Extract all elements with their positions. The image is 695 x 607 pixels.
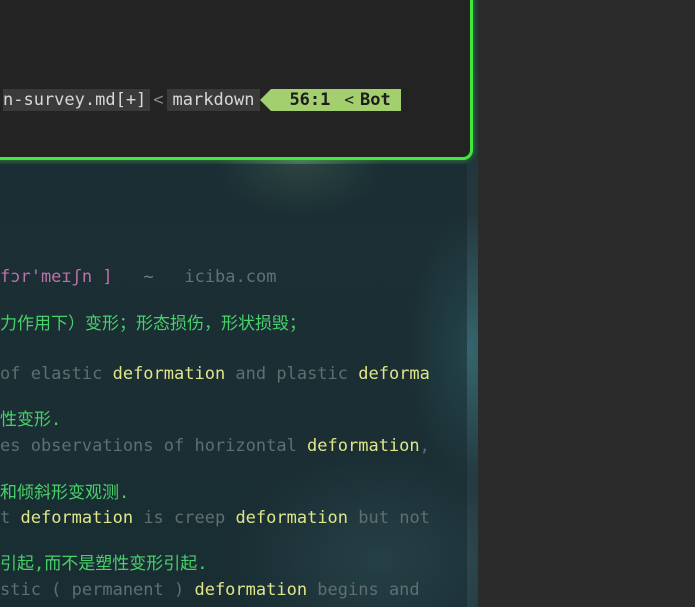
tilde: ~ [143,267,154,287]
statusline-filename: n-survey.md[+] [3,89,151,111]
example-en: es observations of horizontal deformatio… [0,436,430,456]
phonetic: fɔr'meɪʃn ] [0,267,113,287]
example-en: of elastic deformation and plastic defor… [0,364,430,384]
example-cn: 和倾斜形变观测. [0,483,130,503]
statusline-separator: < [153,90,164,110]
example-cn: 引起,而不是塑性变形引起. [0,554,208,574]
dictionary-panel: fɔr'meɪʃn ] ~ iciba.com 力作用下）变形；形态损伤，形状损… [0,164,467,607]
example-en: t deformation is creep deformation but n… [0,508,430,528]
right-pane [478,0,695,607]
statusline-arrow-icon [260,89,272,111]
example-en: stic ( permanent ) deformation begins an… [0,580,420,600]
statusline-position: 56:1 [271,89,345,111]
dict-source: iciba.com [184,267,277,287]
statusline-pct-separator: < [344,89,355,111]
definition: 力作用下）变形；形态损伤，形状损毁； [0,314,306,334]
example-cn: 性变形. [0,410,62,430]
vim-statusline: n-survey.md[+] < markdown 56:1 < Bot [3,89,443,111]
phonetic-line: fɔr'meɪʃn ] ~ iciba.com [0,265,276,289]
statusline-filetype: markdown [166,89,261,111]
statusline-percent: Bot [354,89,401,111]
vim-editor-window[interactable]: n-survey.md[+] < markdown 56:1 < Bot [0,0,473,160]
